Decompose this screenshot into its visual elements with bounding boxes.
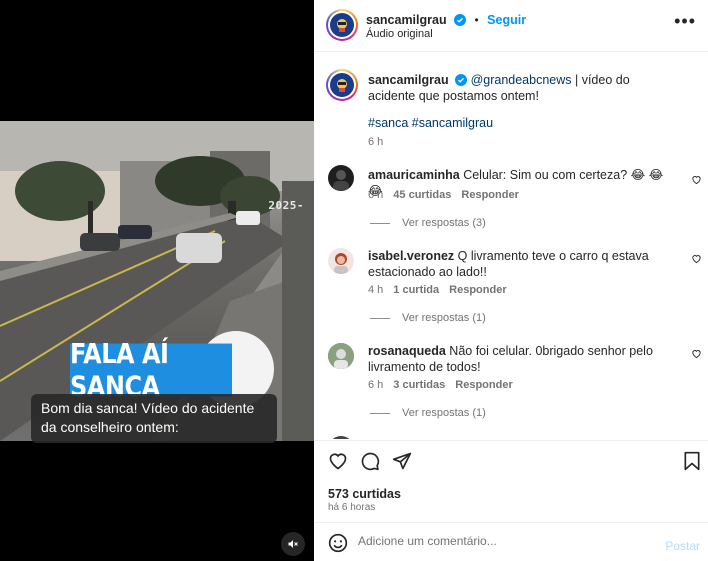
comment-meta: 4 h 1 curtida Responder xyxy=(368,284,517,296)
post-sidebar: sancamilgrau • Seguir Áudio original ••• xyxy=(314,0,708,561)
commenter-avatar[interactable] xyxy=(328,248,354,274)
reply-button[interactable]: Responder xyxy=(461,189,518,201)
speaker-muted-icon xyxy=(288,540,298,548)
post-comment-button[interactable]: Postar xyxy=(665,539,700,553)
comment-time: 6 h xyxy=(368,189,384,201)
video-timestamp: 2025- xyxy=(268,199,304,212)
like-heart-icon[interactable] xyxy=(328,451,348,471)
comment-meta: 6 h 45 curtidas Responder xyxy=(368,189,529,201)
author-avatar[interactable] xyxy=(326,69,358,101)
save-bookmark-icon[interactable] xyxy=(683,451,701,471)
more-options-icon[interactable]: ••• xyxy=(674,12,696,30)
post-header: sancamilgrau • Seguir Áudio original ••• xyxy=(314,0,708,52)
reply-button[interactable]: Responder xyxy=(455,379,512,391)
post-time: 6 h xyxy=(368,136,384,148)
verified-badge-icon xyxy=(454,14,467,26)
commenter-avatar[interactable] xyxy=(328,436,354,439)
author-avatar[interactable] xyxy=(326,9,358,41)
hashtags-link[interactable]: #sanca #sancamilgrau xyxy=(368,115,493,131)
comment-composer: Postar xyxy=(314,522,708,561)
mascot-logo-icon xyxy=(337,79,347,92)
view-replies-label: Ver respostas (1) xyxy=(402,312,486,324)
post-date: há 6 horas xyxy=(328,502,376,513)
mute-button[interactable] xyxy=(281,532,305,556)
comment-likes[interactable]: 3 curtidas xyxy=(393,379,445,391)
like-comment-heart-icon[interactable] xyxy=(691,253,702,264)
emoji-icon[interactable] xyxy=(328,533,348,553)
user-photo-icon xyxy=(328,343,354,369)
user-photo-icon xyxy=(334,253,348,274)
verified-badge-icon xyxy=(455,74,468,86)
author-username[interactable]: sancamilgrau xyxy=(366,13,447,27)
comment-likes[interactable]: 1 curtida xyxy=(393,284,439,296)
caption-username[interactable]: sancamilgrau xyxy=(368,73,449,87)
comment-username[interactable]: rosanaqueda xyxy=(368,344,446,358)
comment-username[interactable]: isabel.veronez xyxy=(368,249,454,263)
mention-link[interactable]: @grandeabcnews xyxy=(471,73,572,87)
post-media[interactable]: 2025- FALA AÍ SANCA Bom dia sanca! Vídeo… xyxy=(0,0,314,561)
follow-button[interactable]: Seguir xyxy=(487,13,526,27)
commenter-avatar[interactable] xyxy=(328,165,354,191)
commenter-avatar[interactable] xyxy=(328,343,354,369)
post-caption: sancamilgrau @grandeabcnews | vídeo do a… xyxy=(368,72,668,104)
mascot-logo-icon xyxy=(337,19,347,32)
comment-bubble-icon[interactable] xyxy=(360,451,380,471)
comment-text: isabel.veronez Q livramento teve o carro… xyxy=(368,248,668,280)
view-replies-label: Ver respostas (3) xyxy=(402,217,486,229)
like-comment-heart-icon[interactable] xyxy=(691,348,702,359)
view-replies-button[interactable]: Ver respostas (1) xyxy=(370,312,486,324)
user-photo-icon xyxy=(333,170,349,191)
comment-likes[interactable]: 45 curtidas xyxy=(393,189,451,201)
audio-label[interactable]: Áudio original xyxy=(366,28,433,40)
video-banner-title: FALA AÍ SANCA xyxy=(70,338,232,402)
post-actions: 573 curtidas há 6 horas xyxy=(314,440,708,522)
likes-count[interactable]: 573 curtidas xyxy=(328,487,401,501)
comment-time: 4 h xyxy=(368,284,384,296)
comment-meta: 6 h 3 curtidas Responder xyxy=(368,379,523,391)
view-replies-button[interactable]: Ver respostas (3) xyxy=(370,217,486,229)
share-send-icon[interactable] xyxy=(392,451,412,471)
view-replies-button[interactable]: Ver respostas (1) xyxy=(370,407,486,419)
comment-text: rosanaqueda Não foi celular. 0brigado se… xyxy=(368,343,668,375)
comments-list[interactable]: sancamilgrau @grandeabcnews | vídeo do a… xyxy=(314,53,708,439)
comment-time: 6 h xyxy=(368,379,384,391)
comment-input[interactable] xyxy=(358,534,618,548)
reply-button[interactable]: Responder xyxy=(449,284,506,296)
comment-username[interactable]: amauricaminha xyxy=(368,168,460,182)
like-comment-heart-icon[interactable] xyxy=(691,174,702,185)
view-replies-label: Ver respostas (1) xyxy=(402,407,486,419)
video-caption: Bom dia sanca! Vídeo do acidente da cons… xyxy=(31,394,277,443)
video-frame[interactable]: 2025- FALA AÍ SANCA xyxy=(0,121,314,441)
